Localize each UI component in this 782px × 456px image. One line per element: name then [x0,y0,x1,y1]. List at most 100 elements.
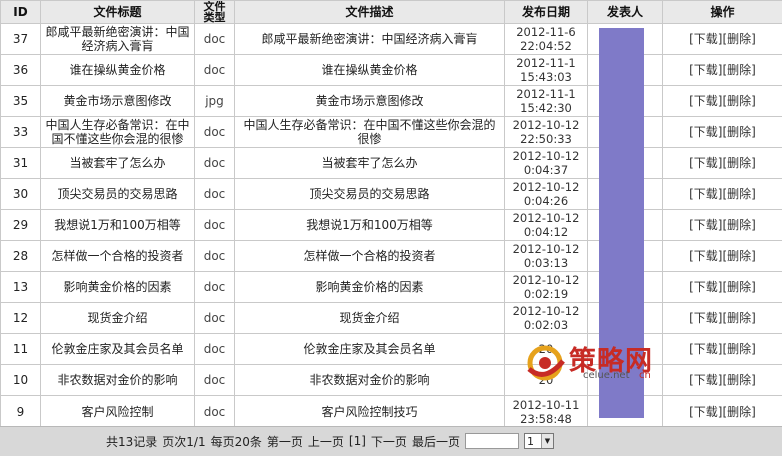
first-page-link[interactable]: 第一页 [267,433,303,450]
cell-date-time: 0:04:12 [524,225,568,239]
cell-title: 黄金市场示意图修改 [41,86,195,117]
delete-link[interactable]: [删除] [723,311,756,325]
cell-ops: [下载][删除] [663,334,782,365]
delete-link[interactable]: [删除] [723,187,756,201]
file-list-table: ID 文件标题 文件类型 文件描述 发布日期 发表人 操作 37郎咸平最新绝密演… [0,0,782,429]
cell-desc: 现货金介绍 [235,303,505,334]
cell-type: doc [195,179,235,210]
cell-id: 31 [1,148,41,179]
page-jump-input[interactable] [465,433,519,449]
download-link[interactable]: [下载] [689,94,722,108]
cell-type: doc [195,365,235,396]
cell-id: 29 [1,210,41,241]
cell-date-day: 20 [539,373,554,387]
cell-id: 37 [1,24,41,55]
delete-link[interactable]: [删除] [723,280,756,294]
cell-title: 顶尖交易员的交易思路 [41,179,195,210]
next-page-link[interactable]: 下一页 [371,433,407,450]
cell-ops: [下载][删除] [663,396,782,429]
cell-date: 2012-10-120:04:26 [505,179,588,210]
header-type-line2: 类型 [204,11,226,24]
cell-ops: [下载][删除] [663,86,782,117]
cell-desc: 黄金市场示意图修改 [235,86,505,117]
current-page-link[interactable]: [1] [349,434,366,448]
cell-title: 现货金介绍 [41,303,195,334]
table-row: 37郎咸平最新绝密演讲：中国经济病入膏肓doc郎咸平最新绝密演讲：中国经济病入膏… [1,24,782,55]
cell-date-time: 0:03:13 [524,256,568,270]
cell-title: 郎咸平最新绝密演讲：中国经济病入膏肓 [41,24,195,55]
cell-date-day: 2012-11-1 [516,87,576,101]
delete-link[interactable]: [删除] [723,63,756,77]
delete-link[interactable]: [删除] [723,125,756,139]
cell-title: 中国人生存必备常识：在中国不懂这些你会混的很惨 [41,117,195,148]
chevron-down-icon: ▼ [541,434,553,448]
download-link[interactable]: [下载] [689,342,722,356]
cell-id: 9 [1,396,41,429]
table-row: 10非农数据对金价的影响doc非农数据对金价的影响20[下载][删除] [1,365,782,396]
download-link[interactable]: [下载] [689,218,722,232]
cell-id: 36 [1,55,41,86]
delete-link[interactable]: [删除] [723,94,756,108]
pager: 共13记录 页次1/1 每页20条 第一页 上一页 [1] 下一页 最后一页 1… [106,432,554,450]
cell-date-time: 0:02:19 [524,287,568,301]
cell-date-day: 2012-10-12 [513,180,580,194]
cell-id: 12 [1,303,41,334]
download-link[interactable]: [下载] [689,63,722,77]
delete-link[interactable]: [删除] [723,342,756,356]
cell-date-time: 22:04:52 [520,39,572,53]
delete-link[interactable]: [删除] [723,373,756,387]
download-link[interactable]: [下载] [689,187,722,201]
download-link[interactable]: [下载] [689,156,722,170]
cell-type: doc [195,396,235,429]
delete-link[interactable]: [删除] [723,249,756,263]
author-redaction-bar [599,28,644,418]
cell-ops: [下载][删除] [663,55,782,86]
cell-date: 2012-10-1123:58:48 [505,396,588,429]
download-link[interactable]: [下载] [689,125,722,139]
cell-title: 谁在操纵黄金价格 [41,55,195,86]
table-row: 11伦敦金庄家及其会员名单doc伦敦金庄家及其会员名单20[下载][删除] [1,334,782,365]
cell-desc: 郎咸平最新绝密演讲：中国经济病入膏肓 [235,24,505,55]
cell-type: doc [195,210,235,241]
download-link[interactable]: [下载] [689,311,722,325]
delete-link[interactable]: [删除] [723,405,756,419]
cell-type: doc [195,117,235,148]
download-link[interactable]: [下载] [689,280,722,294]
cell-date-day: 20 [539,342,554,356]
cell-type: jpg [195,86,235,117]
cell-date-day: 2012-10-12 [513,118,580,132]
download-link[interactable]: [下载] [689,249,722,263]
delete-link[interactable]: [删除] [723,156,756,170]
last-page-link[interactable]: 最后一页 [412,433,460,450]
cell-date: 2012-10-120:04:37 [505,148,588,179]
cell-date: 2012-11-115:43:03 [505,55,588,86]
cell-id: 30 [1,179,41,210]
cell-type: doc [195,24,235,55]
table-row: 30顶尖交易员的交易思路doc顶尖交易员的交易思路2012-10-120:04:… [1,179,782,210]
table-header-row: ID 文件标题 文件类型 文件描述 发布日期 发表人 操作 [1,1,782,24]
cell-desc: 非农数据对金价的影响 [235,365,505,396]
cell-ops: [下载][删除] [663,303,782,334]
cell-title: 伦敦金庄家及其会员名单 [41,334,195,365]
download-link[interactable]: [下载] [689,32,722,46]
cell-date-day: 2012-10-12 [513,242,580,256]
delete-link[interactable]: [删除] [723,218,756,232]
cell-date-day: 2012-11-6 [516,25,576,39]
cell-desc: 我想说1万和100万相等 [235,210,505,241]
cell-date-time: 0:02:03 [524,318,568,332]
cell-date: 2012-10-1222:50:33 [505,117,588,148]
page-select[interactable]: 1▼ [524,433,554,449]
cell-date-day: 2012-10-12 [513,273,580,287]
header-date: 发布日期 [505,1,588,24]
cell-desc: 怎样做一个合格的投资者 [235,241,505,272]
delete-link[interactable]: [删除] [723,32,756,46]
prev-page-link[interactable]: 上一页 [308,433,344,450]
header-type: 文件类型 [195,1,235,24]
cell-date-time: 22:50:33 [520,132,572,146]
pagination-footer: 共13记录 页次1/1 每页20条 第一页 上一页 [1] 下一页 最后一页 1… [0,426,782,456]
cell-id: 13 [1,272,41,303]
download-link[interactable]: [下载] [689,405,722,419]
download-link[interactable]: [下载] [689,373,722,387]
cell-date: 2012-11-622:04:52 [505,24,588,55]
cell-type: doc [195,148,235,179]
